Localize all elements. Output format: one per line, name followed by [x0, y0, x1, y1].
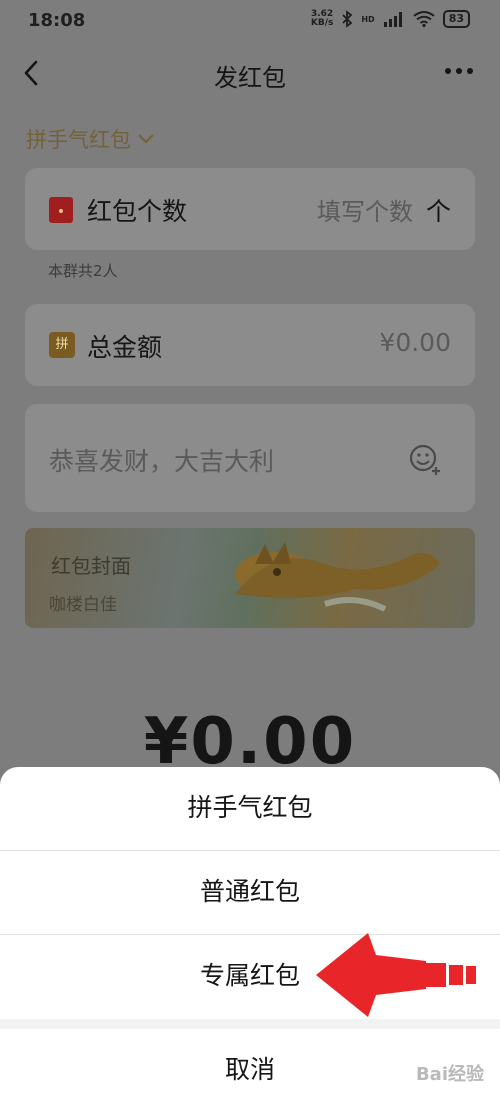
more-icon[interactable]	[444, 66, 474, 76]
packet-count-card[interactable]: 红包个数 填写个数 个	[25, 168, 475, 250]
status-bar: 18:08 3.62 KB/s HD 83	[0, 0, 500, 44]
signal-icon	[383, 12, 402, 27]
packet-type-label: 拼手气红包	[26, 128, 131, 152]
emoji-add-icon[interactable]	[407, 442, 443, 478]
net-speed: 3.62 KB/s	[311, 10, 333, 28]
sheet-option-normal[interactable]: 普通红包	[0, 851, 500, 933]
dragon-illustration	[235, 542, 440, 612]
red-arrow-annotation	[316, 933, 476, 1017]
packet-cover-banner[interactable]: 红包封面 咖楼白佳	[25, 528, 475, 628]
network-type: HD	[361, 14, 375, 24]
group-member-hint: 本群共2人	[48, 262, 118, 280]
status-icons: 3.62 KB/s HD 83	[311, 10, 470, 28]
pin-badge-icon: 拼	[49, 332, 75, 358]
chevron-down-icon	[138, 134, 154, 144]
page-title: 发红包	[214, 64, 286, 92]
packet-type-selector[interactable]: 拼手气红包	[26, 124, 155, 154]
blessing-message-card[interactable]: 恭喜发财，大吉大利	[25, 404, 475, 512]
total-amount-input[interactable]: ¥0.00	[379, 328, 451, 357]
packet-count-input[interactable]: 填写个数	[317, 192, 413, 227]
red-packet-screen: 18:08 3.62 KB/s HD 83 发红包 拼手气红包 红包个数 填写个…	[0, 0, 500, 1111]
bluetooth-icon	[342, 10, 353, 28]
total-amount-card[interactable]: 拼 总金额 ¥0.00	[25, 304, 475, 386]
cover-subtitle: 咖楼白佳	[49, 595, 117, 615]
battery-indicator: 83	[442, 10, 470, 28]
net-speed-unit: KB/s	[310, 18, 334, 28]
packet-count-label: 红包个数	[87, 197, 188, 226]
cover-title: 红包封面	[51, 554, 131, 578]
sheet-option-lucky[interactable]: 拼手气红包	[0, 767, 500, 849]
packet-count-unit: 个	[425, 197, 451, 226]
total-amount-label: 总金额	[87, 333, 163, 362]
watermark: Bai经验	[415, 1064, 484, 1085]
status-time: 18:08	[28, 10, 86, 31]
red-packet-icon	[49, 197, 73, 223]
nav-bar: 发红包	[0, 44, 500, 104]
wifi-icon	[413, 11, 435, 27]
blessing-message-input[interactable]: 恭喜发财，大吉大利	[49, 442, 274, 478]
